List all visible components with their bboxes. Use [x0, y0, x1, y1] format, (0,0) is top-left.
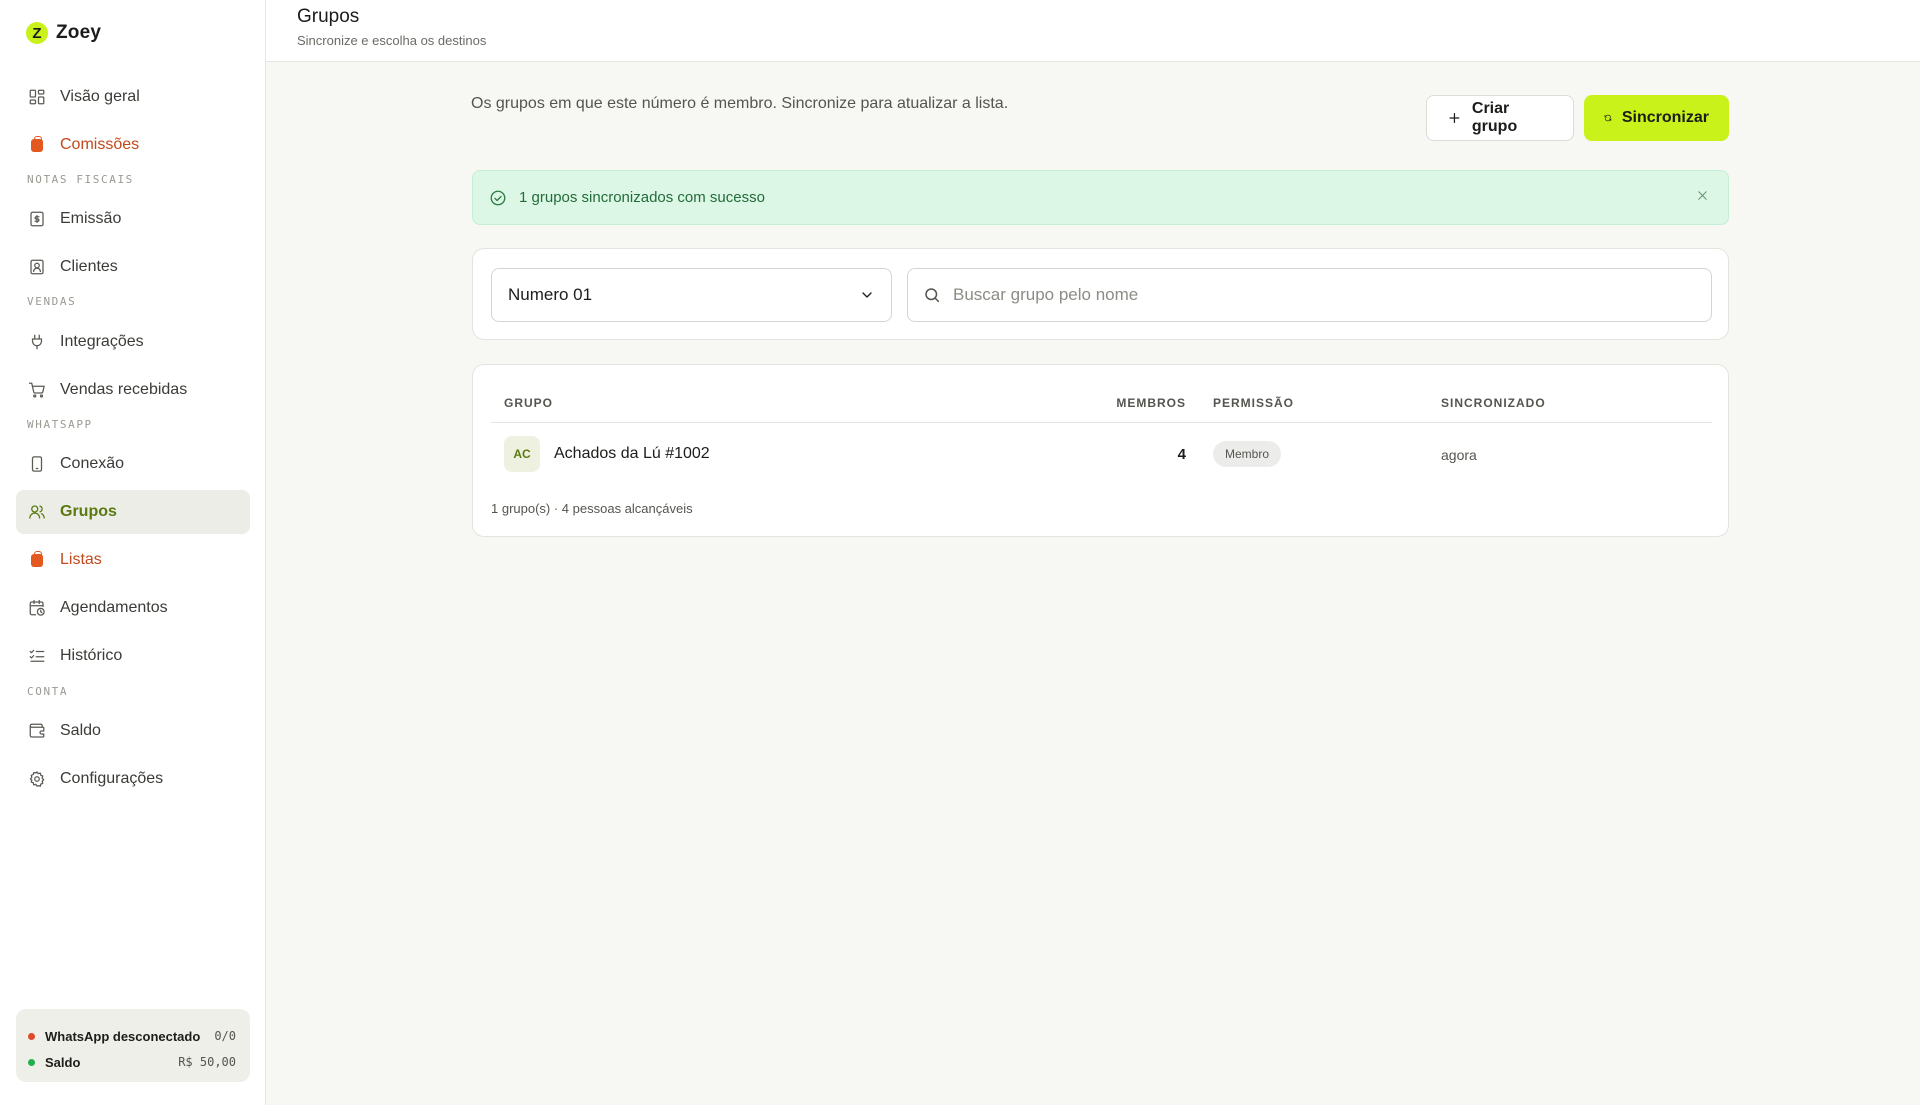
sidebar-item-label: Listas — [60, 551, 102, 568]
wallet-icon — [28, 722, 46, 740]
page-title: Grupos — [297, 6, 360, 27]
group-avatar: AC — [504, 436, 540, 472]
shopping-bag-icon — [28, 135, 46, 154]
sidebar-item-commissions[interactable]: Comissões — [16, 123, 250, 167]
search-icon — [925, 288, 940, 303]
brand[interactable]: Z Zoey — [26, 22, 101, 44]
column-header-group: GRUPO — [504, 396, 554, 410]
sidebar-item-lists[interactable]: Listas — [16, 538, 250, 582]
grid-icon — [28, 88, 46, 106]
alert-message: 1 grupos sincronizados com sucesso — [519, 189, 765, 206]
section-label-invoices: NOTAS FISCAIS — [27, 173, 134, 186]
permission-badge: Membro — [1213, 441, 1282, 467]
section-label-whatsapp: WHATSAPP — [27, 418, 93, 431]
column-header-synced: SINCRONIZADO — [1441, 396, 1546, 410]
sidebar-item-sales[interactable]: Vendas recebidas — [16, 368, 250, 412]
column-header-permission: PERMISSÃO — [1213, 396, 1295, 410]
sidebar-item-integrations[interactable]: Integrações — [16, 320, 250, 364]
column-header-members: MEMBROS — [1116, 396, 1186, 410]
balance-status-dot — [28, 1058, 35, 1066]
number-select-value: Numero 01 — [508, 285, 593, 304]
sidebar-item-label: Agendamentos — [60, 599, 168, 616]
page-header: Grupos Sincronize e escolha os destinos — [266, 0, 1920, 62]
sidebar-item-label: Histórico — [60, 647, 123, 664]
brand-name: Zoey — [56, 22, 102, 43]
balance-status-label: Saldo — [45, 1054, 81, 1070]
sidebar-item-balance[interactable]: Saldo — [16, 709, 250, 753]
list-checks-icon — [28, 647, 46, 665]
page-subtitle: Sincronize e escolha os destinos — [297, 33, 487, 48]
section-label-account: CONTA — [27, 685, 69, 698]
balance-status-value: R$ 50,00 — [178, 1055, 236, 1069]
intro-text: Os grupos em que este número é membro. S… — [471, 95, 1009, 112]
gear-icon — [28, 770, 46, 788]
sidebar-item-label: Visão geral — [60, 88, 140, 105]
sidebar-item-label: Comissões — [60, 136, 140, 153]
sync-label: Sincronizar — [1621, 109, 1709, 126]
filter-card: Numero 01 — [472, 248, 1729, 340]
synced-time: agora — [1441, 447, 1477, 463]
sidebar-item-label: Vendas recebidas — [60, 381, 188, 398]
whatsapp-status-value: 0/0 — [214, 1029, 236, 1043]
check-circle-icon — [489, 189, 507, 207]
sidebar-item-history[interactable]: Histórico — [16, 634, 250, 678]
success-alert: 1 grupos sincronizados com sucesso — [472, 170, 1729, 225]
sidebar-item-overview[interactable]: Visão geral — [16, 75, 250, 119]
sidebar-item-label: Clientes — [60, 258, 118, 275]
whatsapp-status-row[interactable]: WhatsApp desconectado 0/0 — [28, 1023, 236, 1049]
groups-table: GRUPO MEMBROS PERMISSÃO SINCRONIZADO AC … — [472, 364, 1729, 537]
sidebar-item-emission[interactable]: Emissão — [16, 197, 250, 241]
group-members-count: 4 — [1177, 446, 1186, 463]
sidebar-item-label: Integrações — [60, 333, 144, 350]
sidebar-item-label: Emissão — [60, 210, 122, 227]
sidebar: Z Zoey Visão geral Comissões NOTAS FISCA… — [0, 0, 266, 1105]
sidebar-item-label: Conexão — [60, 455, 125, 472]
users-icon — [28, 503, 46, 521]
shopping-cart-icon — [28, 381, 46, 399]
sidebar-item-label: Configurações — [60, 770, 164, 787]
smartphone-icon — [28, 455, 46, 473]
section-label-sales: VENDAS — [27, 295, 77, 308]
shopping-bag-icon — [28, 550, 46, 569]
refresh-icon — [1604, 114, 1612, 122]
sidebar-item-schedules[interactable]: Agendamentos — [16, 586, 250, 630]
plug-icon — [28, 333, 46, 351]
sidebar-item-label: Saldo — [60, 722, 101, 739]
table-row[interactable]: AC Achados da Lú #1002 4 Membro agora — [473, 423, 1728, 487]
search-field — [907, 268, 1712, 322]
create-group-label: Criar grupo — [1471, 100, 1518, 135]
sidebar-item-clients[interactable]: Clientes — [16, 245, 250, 289]
whatsapp-status-dot — [28, 1032, 35, 1040]
sync-button[interactable]: Sincronizar — [1584, 95, 1729, 141]
sidebar-item-label: Grupos — [60, 503, 117, 520]
close-icon[interactable] — [1692, 185, 1712, 205]
status-card: WhatsApp desconectado 0/0 Saldo R$ 50,00 — [16, 1009, 250, 1082]
dollar-receipt-icon — [28, 210, 46, 228]
whatsapp-status-label: WhatsApp desconectado — [45, 1028, 201, 1044]
chevron-down-icon — [859, 287, 875, 303]
sidebar-item-connection[interactable]: Conexão — [16, 442, 250, 486]
plus-icon — [1449, 113, 1460, 123]
calendar-clock-icon — [28, 599, 46, 617]
group-name: Achados da Lú #1002 — [554, 445, 710, 462]
table-footer-summary: 1 grupo(s) · 4 pessoas alcançáveis — [491, 501, 693, 516]
sidebar-item-settings[interactable]: Configurações — [16, 757, 250, 801]
zoey-logo-icon: Z — [26, 22, 48, 44]
number-select[interactable]: Numero 01 — [491, 268, 892, 322]
contact-card-icon — [28, 258, 46, 276]
sidebar-item-groups[interactable]: Grupos — [16, 490, 250, 534]
search-input[interactable] — [953, 285, 1693, 305]
balance-status-row[interactable]: Saldo R$ 50,00 — [28, 1049, 236, 1075]
create-group-button[interactable]: Criar grupo — [1426, 95, 1574, 141]
